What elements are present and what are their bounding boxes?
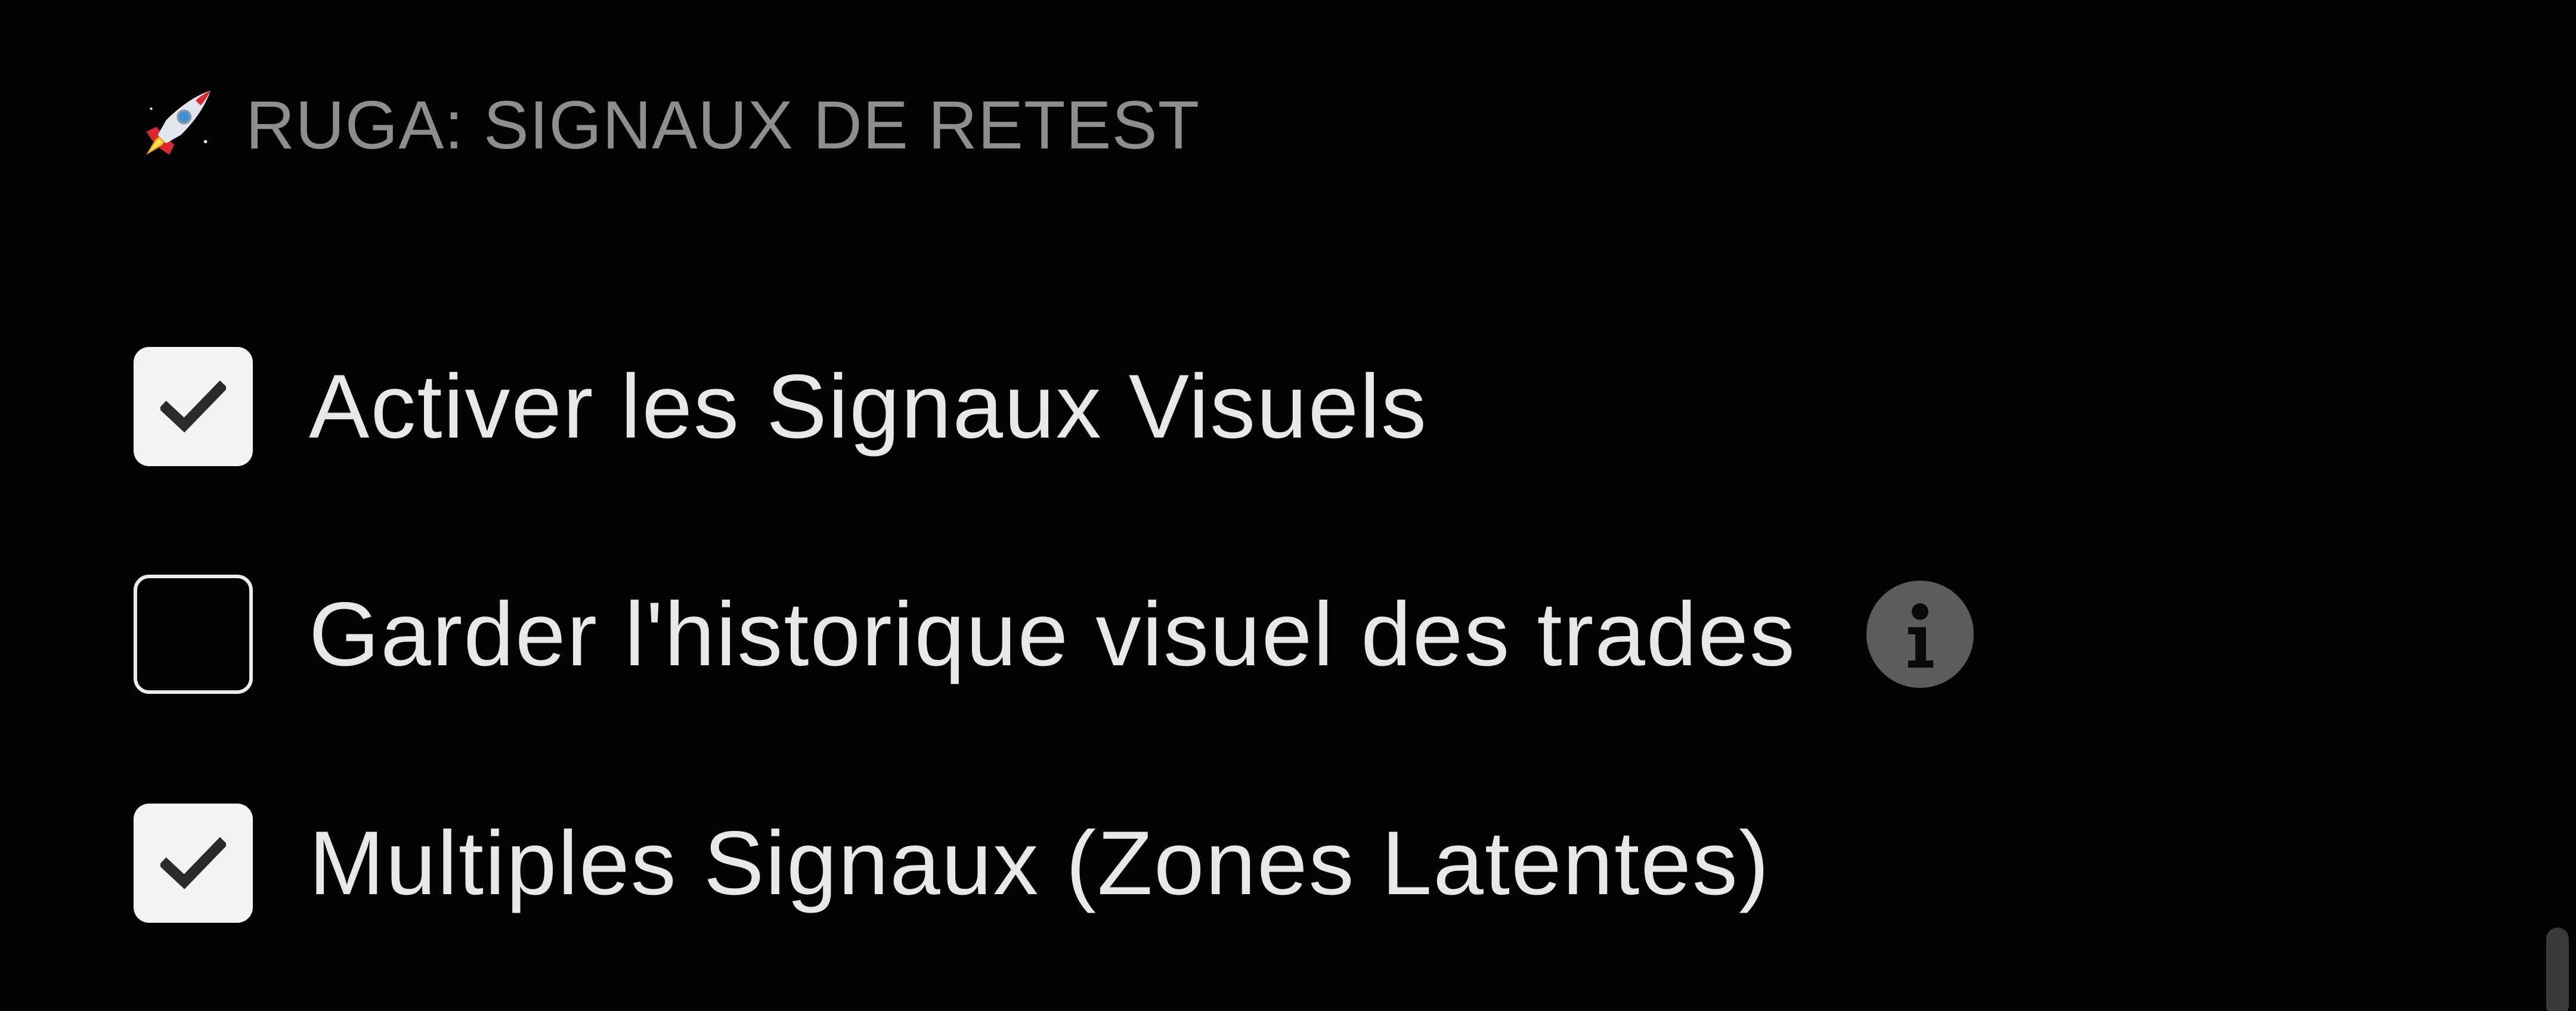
multiple-signals-checkbox[interactable] [134, 804, 253, 923]
option-label: Garder l'historique visuel des trades [309, 583, 1796, 685]
option-multiple-signals[interactable]: Multiples Signaux (Zones Latentes) [134, 804, 1770, 923]
section-header: RUGA: SIGNAUX DE RETEST [135, 83, 1200, 167]
settings-panel: RUGA: SIGNAUX DE RETEST Activer les Sign… [0, 0, 2576, 1011]
option-enable-visual-signals[interactable]: Activer les Signaux Visuels [134, 347, 1428, 466]
option-keep-trade-history[interactable]: Garder l'historique visuel des trades [134, 575, 1974, 694]
checkmark-icon [160, 380, 226, 433]
info-icon[interactable] [1866, 581, 1974, 688]
section-title: RUGA: SIGNAUX DE RETEST [246, 87, 1200, 163]
enable-visual-signals-checkbox[interactable] [134, 347, 253, 466]
option-label: Activer les Signaux Visuels [309, 355, 1428, 457]
checkmark-icon [160, 837, 226, 889]
option-label: Multiples Signaux (Zones Latentes) [309, 812, 1770, 914]
rocket-icon [146, 91, 210, 155]
keep-trade-history-checkbox[interactable] [134, 575, 253, 694]
info-glyph-icon [1908, 603, 1933, 668]
scrollbar[interactable] [2546, 928, 2569, 1011]
